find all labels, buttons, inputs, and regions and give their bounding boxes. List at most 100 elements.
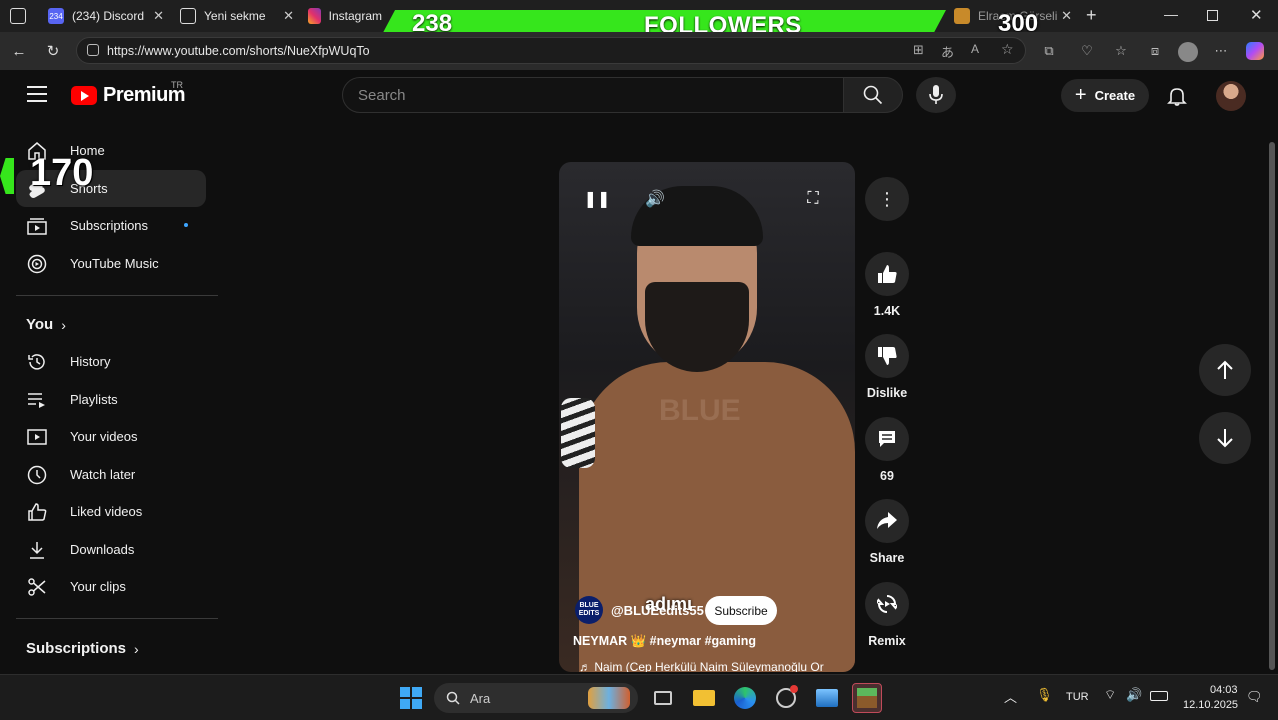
photos-icon[interactable] — [812, 683, 842, 713]
collections-icon[interactable]: ⧈ — [1146, 42, 1164, 60]
voice-search-button[interactable] — [916, 77, 956, 113]
read-aloud-icon[interactable]: A — [971, 42, 979, 56]
channel-name[interactable]: @BLUEedits55 — [611, 603, 704, 618]
apps-icon[interactable]: ⊞ — [913, 42, 924, 58]
browser-essentials-icon[interactable]: ♡ — [1078, 42, 1096, 60]
start-icon[interactable] — [396, 683, 426, 713]
fullscreen-icon[interactable]: ⛶ — [800, 186, 826, 212]
music-icon — [26, 253, 48, 275]
tab-title: Instagram — [328, 9, 382, 23]
back-icon[interactable]: ← — [8, 40, 30, 62]
menu-icon[interactable] — [27, 86, 47, 102]
sidebar-item-label: Downloads — [70, 542, 135, 557]
microphone-icon — [929, 85, 943, 104]
favorites-icon[interactable]: ☆ — [1112, 42, 1130, 60]
more-options[interactable]: ⋮ — [865, 177, 909, 221]
extensions-icon[interactable]: ⧉ — [1040, 42, 1058, 60]
sidebar-item-liked[interactable]: Liked videos — [16, 493, 206, 530]
comments-button[interactable]: 69 — [865, 417, 909, 483]
minimize-icon[interactable]: — — [1164, 6, 1178, 22]
pause-icon[interactable]: ❚❚ — [584, 186, 611, 212]
playlists-icon — [26, 389, 48, 411]
profile-icon[interactable] — [1178, 42, 1198, 62]
refresh-icon[interactable]: ↻ — [42, 40, 64, 62]
video-sound[interactable]: ♬ Naim (Cep Herkülü Naim Süleymanoğlu Or — [579, 660, 824, 672]
edge-icon[interactable] — [730, 683, 760, 713]
clock-date[interactable]: 12.10.2025 — [1183, 699, 1238, 711]
next-short-button[interactable] — [1199, 412, 1251, 464]
channel-avatar[interactable]: BLUE EDITS — [575, 596, 603, 624]
you-label: You — [26, 316, 54, 333]
app-icon-recording[interactable] — [771, 683, 801, 713]
sidebar-item-history[interactable]: History — [16, 343, 206, 380]
language-indicator[interactable]: TUR — [1066, 691, 1089, 703]
sidebar-item-your-clips[interactable]: Your clips — [16, 568, 206, 605]
short-video-player[interactable]: BLUE ❚❚ 🔊 ⛶ adımı BLUE EDITS @BLUEedits5… — [559, 162, 855, 672]
more-vert-icon: ⋮ — [865, 177, 909, 221]
create-button[interactable]: + Create — [1061, 79, 1149, 112]
notification-center-icon[interactable]: 🗨 — [1246, 689, 1263, 705]
translate-icon[interactable]: あ — [941, 42, 954, 61]
taskbar-search[interactable]: Ara — [434, 683, 638, 713]
subscribe-button[interactable]: Subscribe — [705, 596, 777, 625]
scrollbar-thumb[interactable] — [1269, 142, 1275, 670]
sidebar-item-watch-later[interactable]: Watch later — [16, 456, 206, 493]
maximize-icon[interactable] — [1207, 10, 1218, 21]
file-explorer-icon[interactable] — [689, 683, 719, 713]
search-input[interactable]: Search — [342, 77, 844, 113]
new-tab-icon[interactable]: + — [1086, 5, 1097, 26]
share-button[interactable]: Share — [865, 499, 909, 565]
account-avatar[interactable] — [1216, 81, 1246, 111]
close-icon[interactable]: ✕ — [153, 8, 164, 24]
volume-icon[interactable]: 🔊 — [642, 186, 668, 212]
url-input[interactable]: https://www.youtube.com/shorts/NueXfpWUq… — [76, 37, 1026, 64]
remix-icon — [865, 582, 909, 626]
copilot-icon[interactable] — [1246, 42, 1264, 60]
video-title[interactable]: NEYMAR 👑 #neymar #gaming — [573, 634, 756, 649]
tab-new-tab[interactable]: Yeni sekme ✕ — [172, 4, 300, 28]
task-view-icon[interactable] — [648, 683, 678, 713]
sidebar-item-music[interactable]: YouTube Music — [16, 245, 206, 282]
close-icon[interactable]: ✕ — [283, 8, 294, 24]
sidebar-item-subscriptions[interactable]: Subscriptions — [16, 207, 206, 244]
battery-icon[interactable] — [1150, 691, 1168, 701]
close-icon[interactable]: ✕ — [1061, 8, 1072, 24]
shirt-print: BLUE — [659, 394, 741, 427]
microphone-prop — [561, 398, 595, 468]
instagram-icon — [308, 8, 321, 24]
notifications-icon[interactable] — [1166, 85, 1188, 107]
sidebar-item-label: History — [70, 354, 111, 369]
youtube-logo[interactable]: Premium TR — [71, 80, 186, 107]
close-window-icon[interactable]: ✕ — [1250, 6, 1263, 24]
sidebar-item-playlists[interactable]: Playlists — [16, 381, 206, 418]
address-bar-row: ← ↻ https://www.youtube.com/shorts/NueXf… — [0, 32, 1278, 70]
page-scrollbar[interactable] — [1266, 70, 1278, 674]
dislike-button[interactable]: Dislike — [865, 334, 909, 400]
favorite-icon[interactable]: ☆ — [1001, 41, 1014, 58]
search-icon — [446, 691, 460, 705]
tab-actions-icon[interactable] — [10, 8, 26, 24]
subscriptions-icon — [26, 215, 48, 237]
mic-tray-icon[interactable]: 🎙 — [1036, 687, 1053, 703]
sidebar-item-label: Watch later — [70, 467, 136, 482]
like-button[interactable]: 1.4K — [865, 252, 909, 318]
more-icon[interactable]: ⋯ — [1212, 42, 1230, 60]
site-info-icon[interactable] — [87, 44, 99, 56]
sidebar-item-downloads[interactable]: Downloads — [16, 531, 206, 568]
minecraft-icon[interactable] — [852, 683, 882, 713]
tab-instagram[interactable]: Instagram — [300, 4, 390, 28]
remix-button[interactable]: Remix — [865, 582, 909, 648]
sidebar-subscriptions-heading[interactable]: Subscriptions › — [26, 640, 139, 657]
sidebar-you-heading[interactable]: You › — [26, 316, 66, 333]
search-button[interactable] — [843, 77, 903, 113]
wifi-icon[interactable]: ⌔ — [1104, 687, 1116, 703]
tab-discord[interactable]: 234 (234) Discord ✕ — [40, 4, 170, 28]
image-icon — [954, 8, 970, 24]
sidebar-item-your-videos[interactable]: Your videos — [16, 418, 206, 455]
tray-chevron-icon[interactable]: ︿ — [1004, 687, 1017, 706]
previous-short-button[interactable] — [1199, 344, 1251, 396]
overlay-counter: 170 — [30, 152, 94, 194]
volume-tray-icon[interactable]: 🔊 — [1126, 687, 1142, 703]
search-icon — [863, 85, 883, 105]
clock-time[interactable]: 04:03 — [1210, 684, 1238, 696]
